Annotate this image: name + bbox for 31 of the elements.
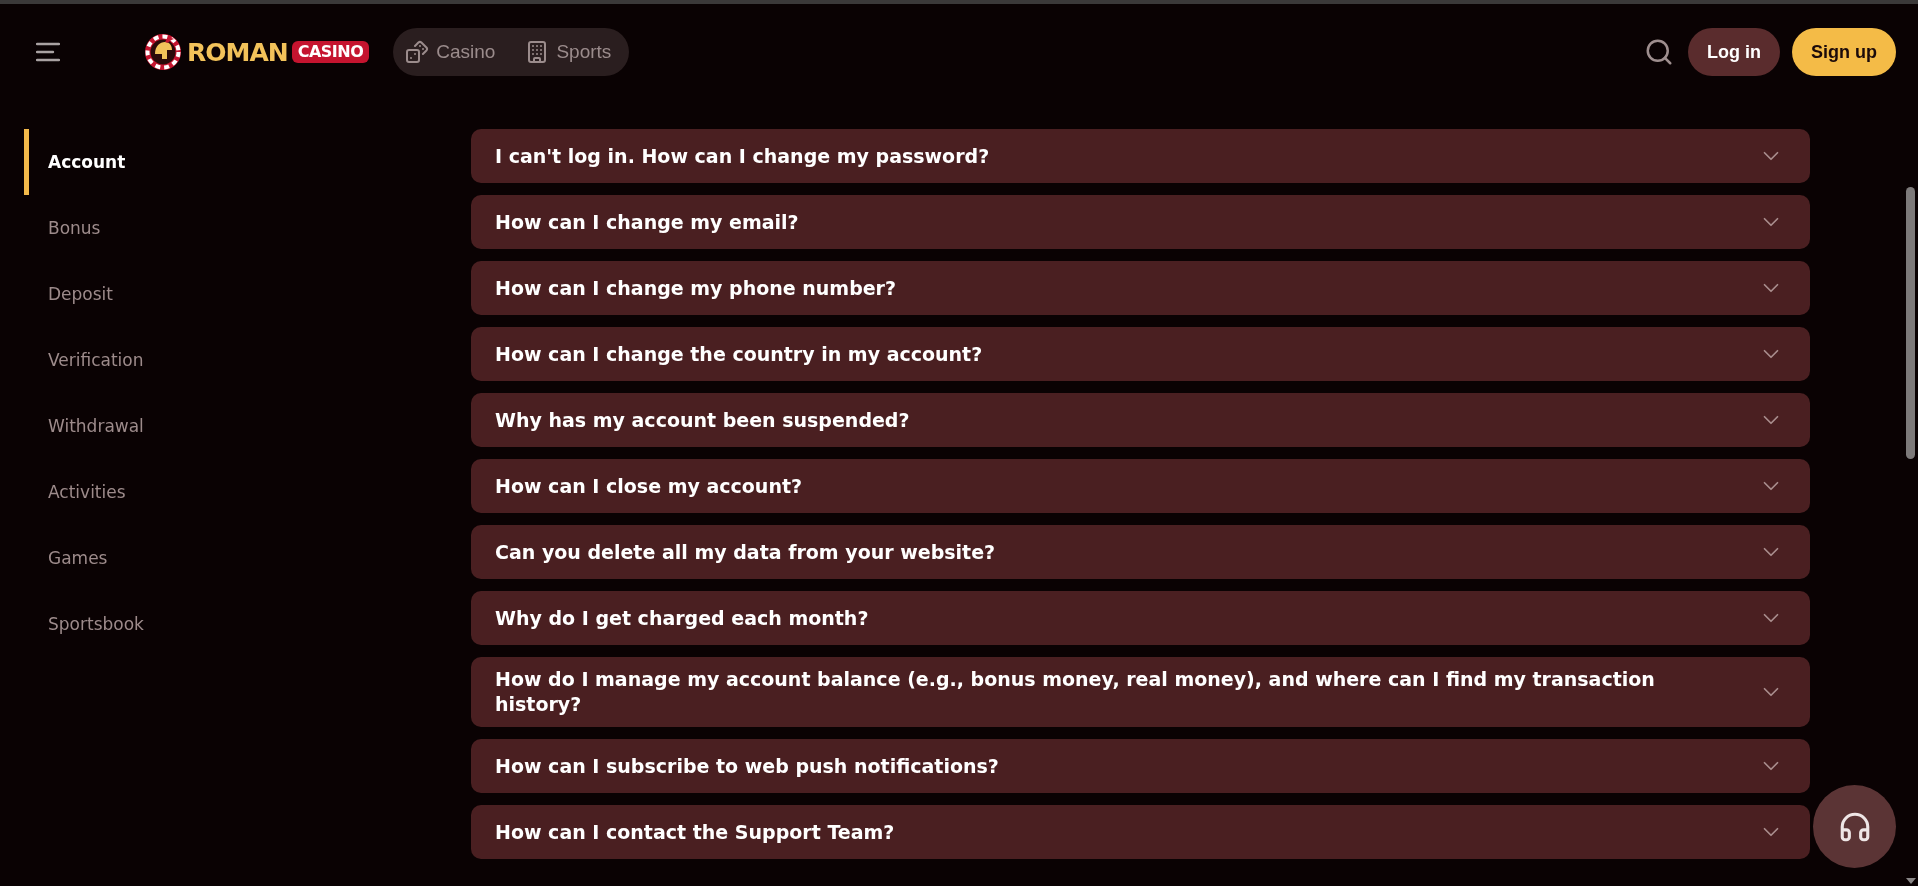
- sidebar-item[interactable]: Bonus: [24, 195, 101, 261]
- sidebar-item[interactable]: Games: [24, 525, 108, 591]
- menu-icon[interactable]: [36, 42, 60, 62]
- logo-badge[interactable]: CASINO: [291, 41, 370, 63]
- faq-accordion-item[interactable]: How can I contact the Support Team?: [471, 805, 1810, 859]
- nav-link[interactable]: Sports: [525, 40, 612, 64]
- nav-link[interactable]: Casino: [405, 40, 496, 64]
- logo-wordmark[interactable]: ROMAN: [187, 39, 288, 65]
- faq-accordion-item[interactable]: Why has my account been suspended?: [471, 393, 1810, 447]
- scroll-down-arrow-icon[interactable]: [1906, 878, 1916, 884]
- search-icon: [1644, 37, 1674, 67]
- helmet-emblem-icon[interactable]: [143, 32, 183, 72]
- sign-up-button[interactable]: Sign up: [1792, 28, 1896, 76]
- faq-accordion-item[interactable]: Can you delete all my data from your website?: [471, 525, 1810, 579]
- sidebar-item[interactable]: Deposit: [24, 261, 113, 327]
- faq-accordion-item[interactable]: How can I subscribe to web push notifications?: [471, 739, 1810, 793]
- faq-accordion-item[interactable]: I can't log in. How can I change my password?: [471, 129, 1810, 183]
- faq-accordion-item[interactable]: Why do I get charged each month?: [471, 591, 1810, 645]
- faq-accordion-item[interactable]: How can I change my phone number?: [471, 261, 1810, 315]
- faq-accordion-item[interactable]: How can I change my email?: [471, 195, 1810, 249]
- scrollbar-thumb[interactable]: [1906, 187, 1915, 459]
- sidebar-item[interactable]: Verification: [24, 327, 144, 393]
- sidebar-item[interactable]: Sportsbook: [24, 591, 144, 657]
- faq-accordion-item[interactable]: How can I close my account?: [471, 459, 1810, 513]
- faq-accordion-item[interactable]: How do I manage my account balance (e.g., bonus money, real money), and where can I find my transaction history?: [471, 657, 1810, 727]
- log-in-button[interactable]: Log in: [1688, 28, 1780, 76]
- faq-accordion-item[interactable]: How can I change the country in my account?: [471, 327, 1810, 381]
- sidebar-item[interactable]: Account: [24, 129, 126, 195]
- dice-icon: [405, 40, 430, 64]
- sidebar-item[interactable]: Activities: [24, 459, 126, 525]
- sidebar-item[interactable]: Withdrawal: [24, 393, 144, 459]
